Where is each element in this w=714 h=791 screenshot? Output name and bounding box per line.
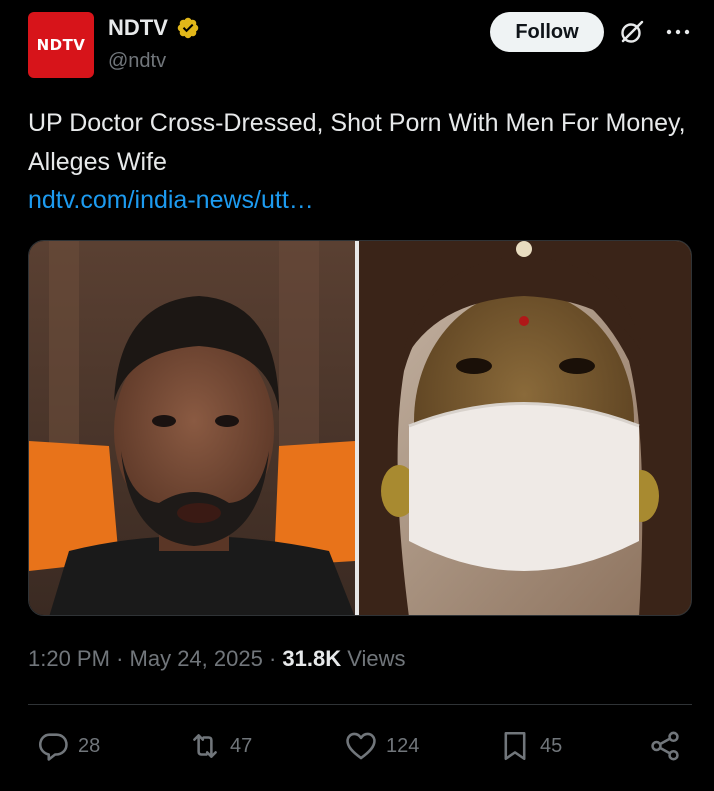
bookmark-button[interactable]: 45 — [498, 728, 562, 764]
post-date[interactable]: May 24, 2025 — [130, 646, 263, 671]
heart-icon — [346, 732, 376, 760]
post-time[interactable]: 1:20 PM — [28, 646, 110, 671]
divider — [28, 704, 692, 705]
post-link[interactable]: ndtv.com/india-news/utt… — [28, 181, 314, 220]
reply-icon — [38, 733, 68, 761]
like-button[interactable]: 124 — [344, 728, 419, 764]
share-button[interactable] — [648, 728, 682, 764]
post-text: UP Doctor Cross-Dressed, Shot Porn With … — [28, 109, 686, 176]
views-label: Views — [347, 646, 406, 671]
avatar-logo-text: NDTV — [36, 36, 86, 54]
share-icon — [651, 731, 679, 761]
post-card: NDTV NDTV @ndtv Follow UP Doctor Cross-D… — [0, 0, 714, 791]
right-photo-panel — [359, 241, 691, 615]
meta-separator: · — [116, 646, 124, 671]
post-meta: 1:20 PM · May 24, 2025 · 31.8K Views — [28, 646, 406, 672]
reply-count: 28 — [78, 734, 101, 757]
follow-button[interactable]: Follow — [490, 12, 604, 52]
post-image[interactable] — [28, 240, 692, 616]
more-options-icon[interactable] — [664, 20, 692, 44]
views-count: 31.8K — [282, 646, 342, 671]
author-name-row[interactable]: NDTV — [108, 15, 200, 41]
repost-icon — [193, 734, 217, 758]
bookmark-count: 45 — [540, 734, 563, 757]
avatar[interactable]: NDTV — [28, 12, 94, 78]
reply-button[interactable]: 28 — [36, 728, 100, 764]
verified-badge-icon — [177, 17, 199, 39]
author-handle[interactable]: @ndtv — [108, 50, 166, 73]
bookmark-icon — [504, 731, 526, 761]
repost-count: 47 — [230, 734, 253, 757]
left-photo-panel — [29, 241, 355, 615]
display-name[interactable]: NDTV — [108, 15, 168, 41]
repost-button[interactable]: 47 — [188, 728, 252, 764]
grok-icon[interactable] — [618, 18, 646, 46]
like-count: 124 — [386, 734, 420, 757]
post-image-graphic — [29, 241, 691, 615]
meta-separator: · — [268, 646, 277, 671]
